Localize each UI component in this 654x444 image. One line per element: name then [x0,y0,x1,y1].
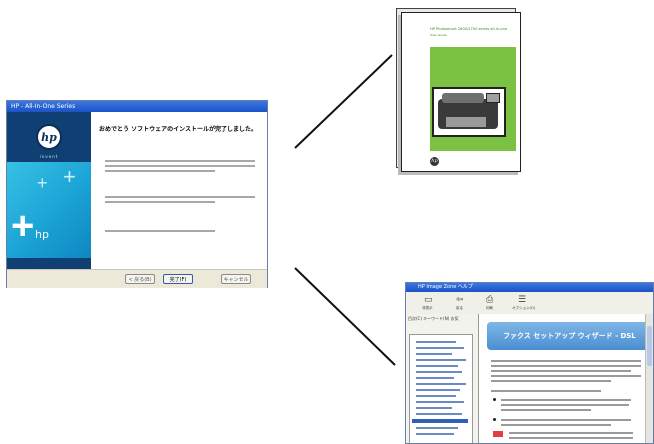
help-contents-tree[interactable] [409,334,473,443]
toolbar-label: 戻る [456,306,463,310]
tree-item[interactable] [416,389,460,391]
options-icon[interactable]: ☰ [518,295,526,305]
tree-item[interactable] [416,377,454,379]
tree-item[interactable] [416,371,462,373]
user-guide-manual: HP Photosmart 2600/2700 series all-in-on… [401,12,521,172]
connector-line-manual [294,54,393,149]
scrollbar-thumb[interactable] [647,326,652,366]
body-text-line [501,404,629,406]
body-text-line [491,365,641,367]
body-text-line [491,380,611,382]
tree-item[interactable] [416,401,464,403]
bullet-icon [493,418,496,421]
note-icon [493,431,503,437]
body-text-line [501,419,631,421]
toolbar-label: オプション(O) [512,306,535,310]
tree-item[interactable] [416,395,456,397]
tree-item[interactable] [416,347,464,349]
manual-title: HP Photosmart 2600/2700 series all-in-on… [430,27,508,31]
body-text-line [501,409,591,411]
topic-banner: ファクス セットアップ ウィザード - DSL [487,322,651,350]
hide-icon[interactable]: ▭ [424,295,433,305]
tree-item[interactable] [416,383,466,385]
help-tabs[interactable]: 目次(C) キーワード(N) お気 [408,316,459,322]
hp-logo-icon: hp [430,157,439,166]
topic-title: ファクス セットアップ ウィザード - DSL [503,332,636,340]
body-text-line [509,437,633,439]
help-toolbar: ▭ 非表示 ⇦ 戻る ⎙ 印刷 ☰ オプション(O) [406,292,653,315]
body-text-line [491,375,641,377]
help-navigation-pane: 目次(C) キーワード(N) お気 [406,314,479,443]
tree-item[interactable] [416,433,454,435]
body-text-line [501,399,631,401]
body-text-line [491,390,601,392]
tree-item[interactable] [416,341,456,343]
body-text-line [509,432,633,434]
help-title: HP Image Zone ヘルプ [418,284,473,290]
tree-item[interactable] [416,427,458,429]
connector-line-help [294,267,396,366]
help-content-pane: ファクス セットアップ ウィザード - DSL [479,314,653,443]
toolbar-label: 印刷 [486,306,493,310]
printer-image [432,87,506,137]
tree-item[interactable] [416,359,466,361]
tree-item[interactable] [416,413,462,415]
printer-tray [446,117,486,127]
help-window: HP Image Zone ヘルプ ▭ 非表示 ⇦ 戻る ⎙ 印刷 ☰ オプショ… [405,282,654,444]
help-title-bar[interactable]: HP Image Zone ヘルプ [406,283,653,292]
back-icon[interactable]: ⇦ [456,295,464,305]
tree-item[interactable] [416,353,452,355]
printer-scanner-lid [442,93,484,103]
help-scrollbar[interactable] [645,314,653,443]
bullet-icon [493,398,496,401]
manual-subtitle: User Guide [430,33,447,37]
toolbar-label: 非表示 [422,306,433,310]
tree-item-selected[interactable] [412,419,468,423]
tree-item[interactable] [416,407,452,409]
body-text-line [491,370,631,372]
body-text-line [491,360,641,362]
body-text-line [501,424,611,426]
print-icon[interactable]: ⎙ [486,295,493,305]
printer-lcd [486,93,500,103]
tree-item[interactable] [416,365,458,367]
